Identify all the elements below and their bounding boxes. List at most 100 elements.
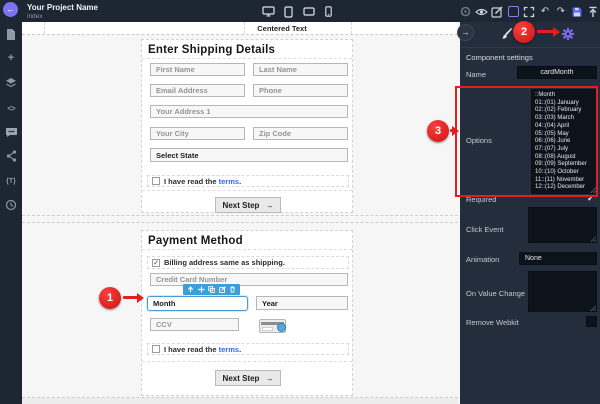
canvas-footer-strip [22,398,458,404]
billing-same-row: ✓ Billing address same as shipping. [147,256,349,269]
redo-icon[interactable]: ↷ [554,5,567,18]
animation-input[interactable] [519,252,597,265]
page-icon[interactable] [0,26,22,42]
annotation-step-3: 3 [427,120,449,142]
remove-webkit-label: Remove Webkit [466,318,519,327]
card-month-select[interactable]: Month [147,296,248,311]
credit-card-number-input[interactable] [150,273,348,286]
resize-grip[interactable] [590,305,596,311]
email-input[interactable] [150,84,245,97]
fullscreen-icon[interactable] [523,5,536,18]
terms-link-2[interactable]: terms [219,345,239,354]
payment-terms-row: I have read the terms. [147,343,349,355]
panel-toggle-button[interactable]: → [457,24,474,41]
shipping-form-title: Enter Shipping Details [148,44,276,56]
shipping-button-row: Next Step → [142,190,352,214]
payment-form-card[interactable]: Payment Method ✓ Billing address same as… [141,230,353,396]
arrow-right-icon: → [265,373,274,383]
resize-grip[interactable] [590,236,596,242]
undo-icon[interactable]: ↶ [539,5,552,18]
name-label: Name [466,70,487,79]
header-cell-divider [44,22,45,34]
terms-link[interactable]: terms [219,177,239,186]
preview-eye-icon[interactable] [475,5,488,18]
terms-text-2: I have read the terms. [164,344,242,354]
last-name-input[interactable] [253,63,348,76]
tablet-portrait-icon[interactable] [282,5,295,18]
click-event-textarea[interactable] [528,207,597,243]
app-window: Centered Text Enter Shipping Details Sel… [0,0,600,404]
add-icon[interactable]: + [0,50,22,66]
state-select[interactable]: Select State [150,148,348,162]
style-brush-icon[interactable] [500,28,513,41]
text-token-icon[interactable]: {T} [0,173,22,189]
history-icon[interactable] [0,197,22,213]
terms-text: I have read the terms. [164,176,242,186]
shipping-form-card[interactable]: Enter Shipping Details Select State I ha… [141,39,353,213]
arrow-right-icon: → [265,200,274,210]
settings-gear-icon[interactable] [561,27,575,41]
annotation-arrow-3 [450,125,459,136]
delete-icon[interactable] [229,286,236,293]
element-selection-toolbar [183,284,240,295]
billing-checkbox[interactable]: ✓ [152,258,160,267]
duplicate-icon[interactable] [208,286,215,293]
design-canvas: Centered Text Enter Shipping Details Sel… [22,22,458,404]
move-icon[interactable] [197,286,205,293]
record-icon[interactable] [459,5,472,18]
phone-input[interactable] [253,84,348,97]
ccv-card-image [259,319,286,333]
click-event-label: Click Event [466,225,504,234]
zip-input[interactable] [253,127,348,140]
publish-icon[interactable] [586,5,599,18]
save-icon[interactable] [570,5,583,18]
select-mode-icon[interactable] [507,5,520,18]
component-name-input[interactable] [517,66,597,79]
panel-section-title: Component settings [466,53,533,62]
move-up-icon[interactable] [187,286,194,293]
edit-mode-icon[interactable] [491,5,504,18]
on-value-change-textarea[interactable] [528,271,597,312]
shipping-next-button[interactable]: Next Step → [215,197,281,213]
canvas-header-row[interactable]: Centered Text [22,22,458,35]
code-icon[interactable]: <> [0,100,22,116]
project-title: Your Project Name [27,3,98,12]
layers-icon[interactable] [0,75,22,91]
card-year-select[interactable]: Year [256,296,348,310]
terms-checkbox-2[interactable] [152,345,160,353]
ccv-highlight-circle [277,323,286,332]
options-highlight-box [455,86,598,197]
billing-label: Billing address same as shipping. [164,258,285,267]
city-input[interactable] [150,127,245,140]
comments-icon[interactable] [0,124,22,140]
card-signature-box [262,327,273,331]
component-settings-panel: Component settings Name Options ::Month … [460,22,600,404]
desktop-icon[interactable] [262,5,275,18]
page-name[interactable]: index [27,13,43,20]
topbar-actions: ↶ ↷ [459,4,599,19]
top-toolbar: Your Project Name index ↶ ↷ [0,0,600,22]
edit-icon[interactable] [218,286,226,293]
tablet-landscape-icon[interactable] [302,5,315,18]
section-divider [22,215,458,216]
address-input[interactable] [150,105,348,118]
card-year-label: Year [262,298,278,308]
card-month-label: Month [153,299,176,308]
share-icon[interactable] [0,148,22,164]
first-name-input[interactable] [150,63,245,76]
animation-label: Animation [466,255,500,264]
centered-text-element[interactable]: Centered Text [202,24,362,33]
remove-webkit-checkbox[interactable] [586,316,597,327]
back-button[interactable]: ← [3,2,18,17]
annotation-step-2: 2 [513,21,535,43]
payment-form-title: Payment Method [148,235,243,247]
payment-button-row: Next Step → [142,361,352,397]
phone-icon[interactable] [322,5,335,18]
ccv-input[interactable] [150,318,239,331]
payment-next-button[interactable]: Next Step → [215,370,281,386]
terms-checkbox[interactable] [152,177,160,185]
annotation-step-1: 1 [99,287,121,309]
state-select-label: Select State [156,150,199,160]
on-value-change-label: On Value Change [466,289,526,298]
annotation-arrow-2 [537,26,560,37]
